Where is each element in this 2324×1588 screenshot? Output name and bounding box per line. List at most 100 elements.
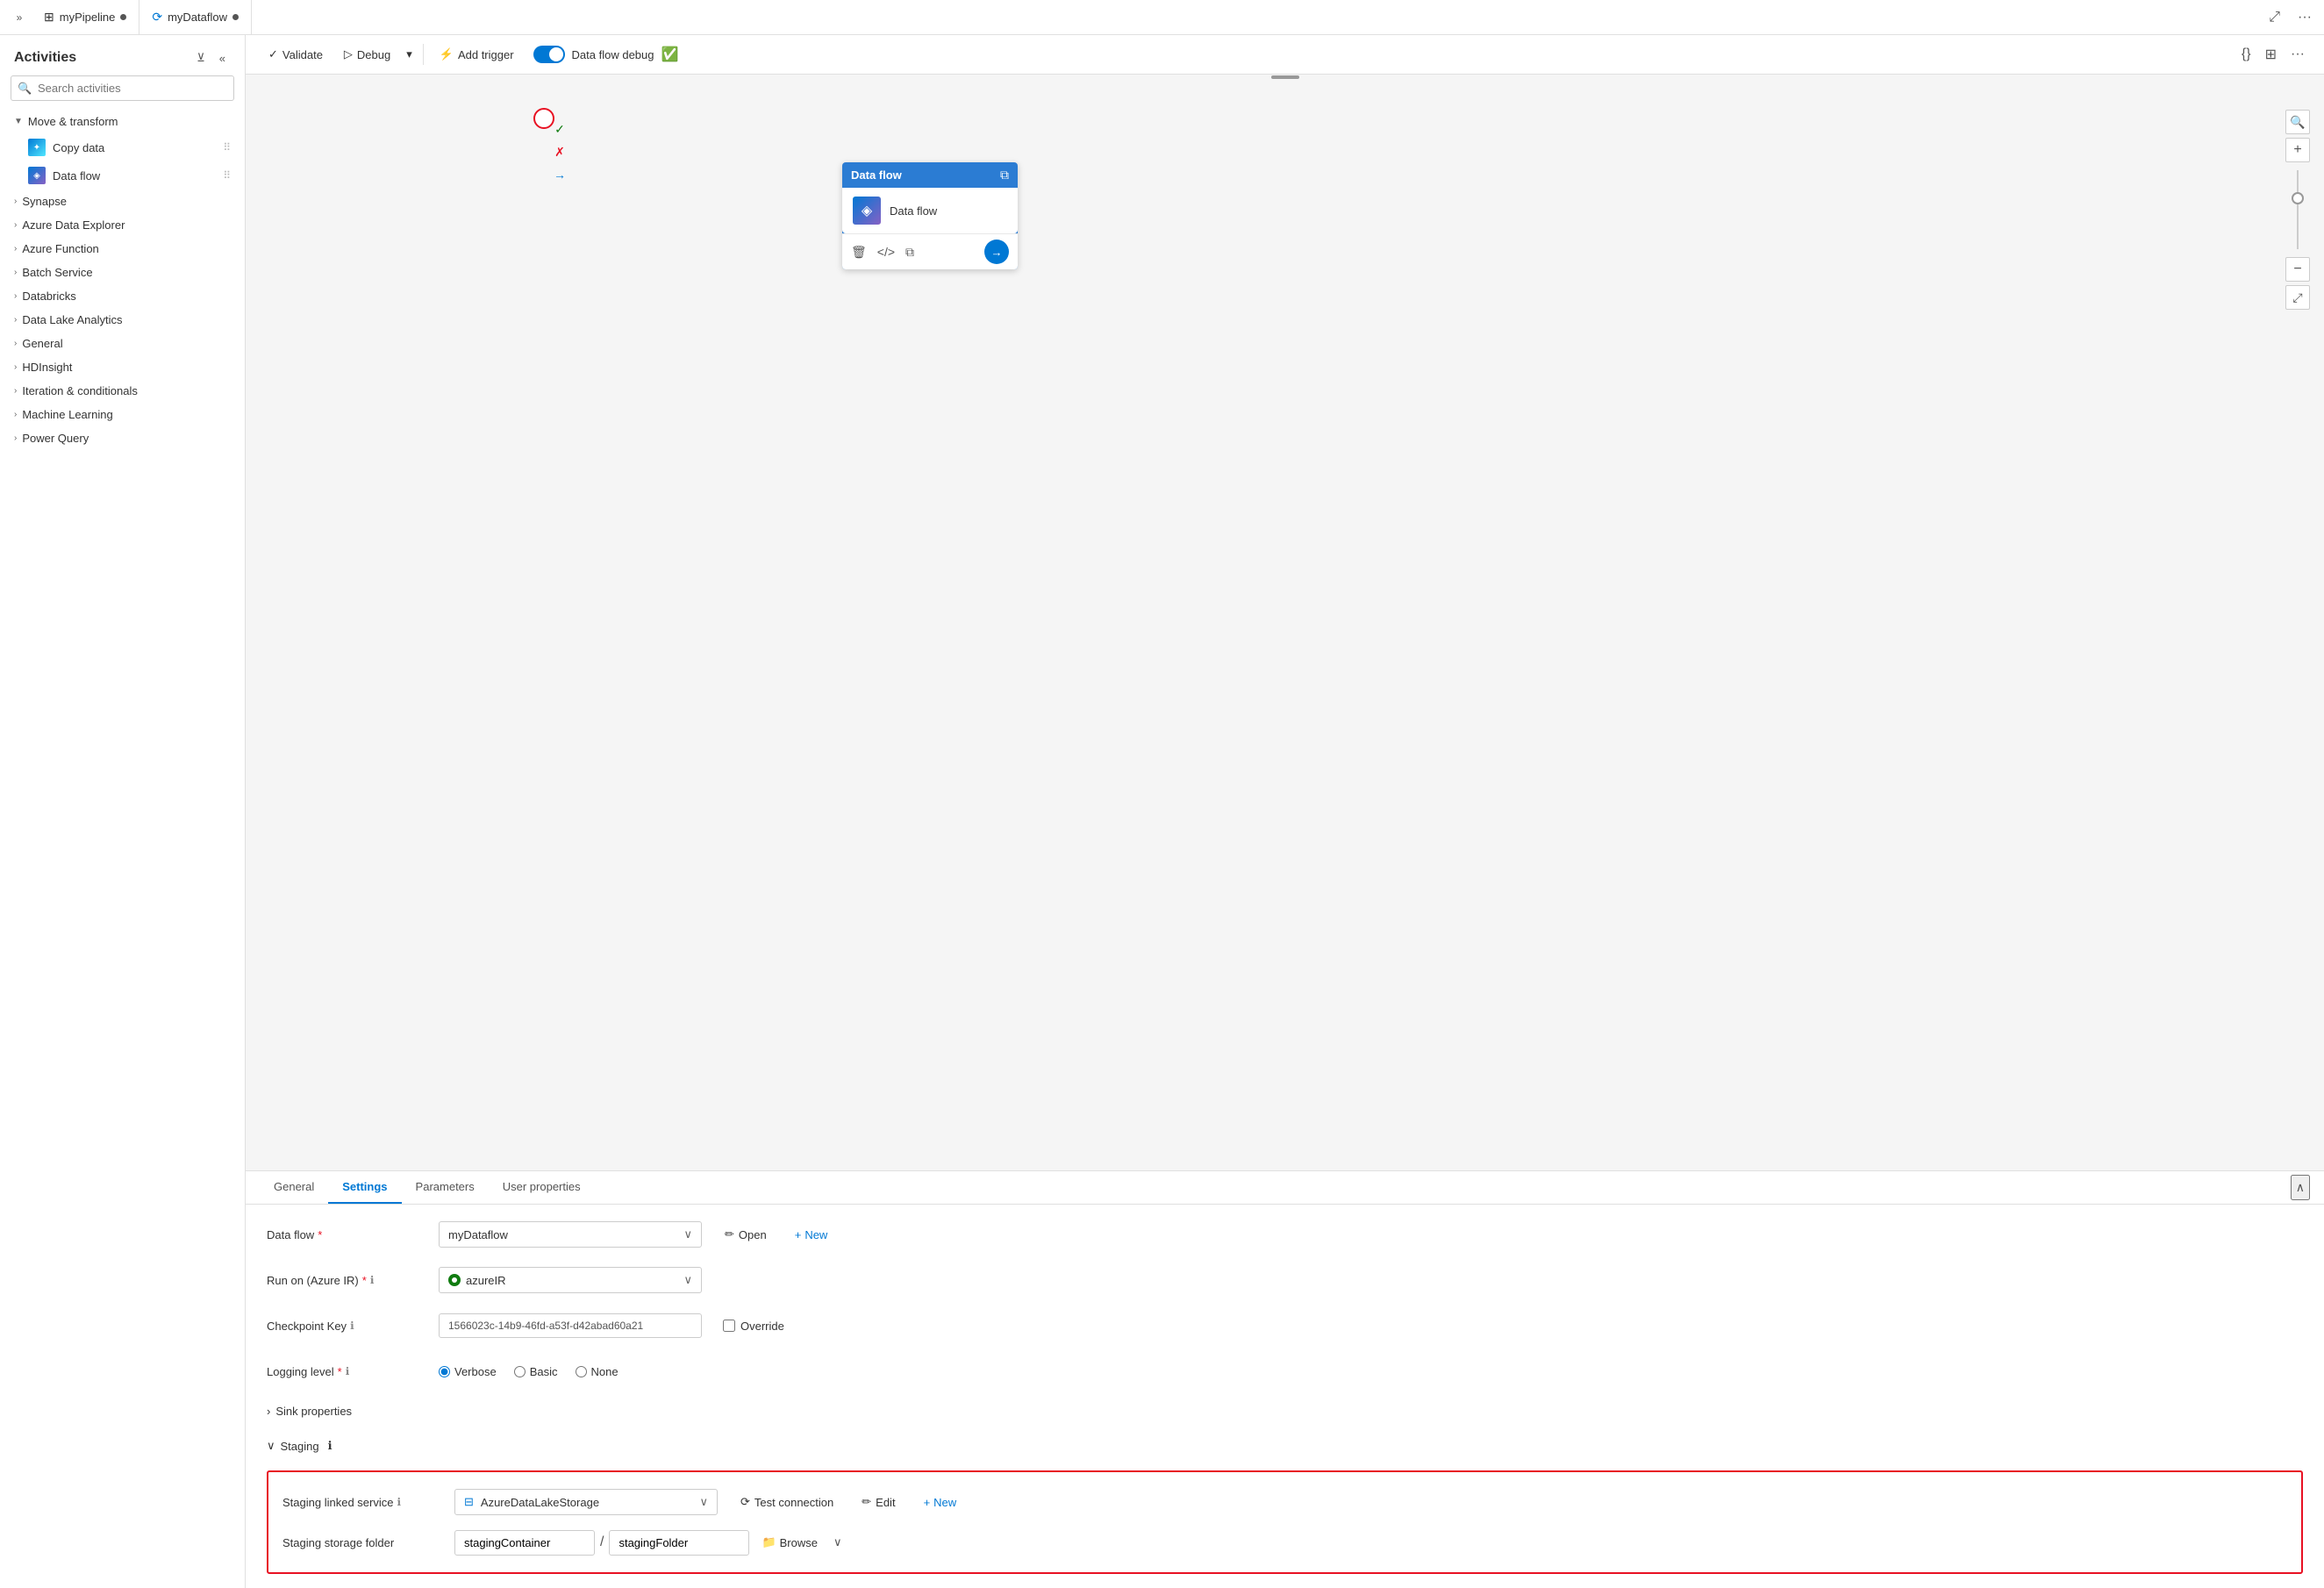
- section-databricks[interactable]: › Databricks: [0, 284, 245, 308]
- node-open-btn[interactable]: ⧉: [1000, 168, 1009, 182]
- section-iteration[interactable]: › Iteration & conditionals: [0, 379, 245, 403]
- activity-copy-data-label: Copy data: [53, 141, 104, 154]
- clone-icon[interactable]: ⧉: [905, 245, 914, 260]
- dataflow-actions: ✏ Open + New: [716, 1223, 836, 1246]
- node-fail-btn[interactable]: ✗: [549, 141, 570, 162]
- staging-edit-btn[interactable]: ✏ Edit: [853, 1491, 904, 1513]
- logging-basic-label: Basic: [530, 1365, 558, 1378]
- staging-linked-service-dropdown[interactable]: ⊟ AzureDataLakeStorage ∨: [454, 1489, 718, 1515]
- debug-dropdown-btn[interactable]: ▾: [403, 43, 416, 66]
- logging-basic-option[interactable]: Basic: [514, 1365, 558, 1378]
- dataflow-new-btn[interactable]: + New: [786, 1224, 837, 1246]
- section-azure-function[interactable]: › Azure Function: [0, 237, 245, 261]
- panel-tabs: General Settings Parameters User propert…: [260, 1171, 595, 1204]
- more-options-btn[interactable]: ···: [2292, 6, 2317, 29]
- staging-test-connection-btn[interactable]: ⟳ Test connection: [732, 1491, 842, 1513]
- run-on-value: azureIR: [466, 1274, 506, 1287]
- more-toolbar-btn[interactable]: ···: [2285, 42, 2310, 67]
- section-data-lake-analytics[interactable]: › Data Lake Analytics: [0, 308, 245, 332]
- section-bs-label: Batch Service: [22, 266, 92, 279]
- divider: [1271, 75, 1299, 79]
- search-input[interactable]: [11, 75, 234, 101]
- zoom-search-btn[interactable]: 🔍: [2285, 110, 2310, 134]
- add-trigger-btn[interactable]: ⚡ Add trigger: [431, 43, 523, 66]
- tab-settings[interactable]: Settings: [328, 1171, 401, 1204]
- checkpoint-input[interactable]: [439, 1313, 702, 1338]
- run-on-dropdown[interactable]: azureIR ∨: [439, 1267, 702, 1293]
- code-icon[interactable]: </>: [877, 245, 895, 259]
- staging-new-btn[interactable]: + New: [915, 1491, 966, 1513]
- section-azure-data-explorer[interactable]: › Azure Data Explorer: [0, 213, 245, 237]
- debug-btn[interactable]: ▷ Debug: [335, 43, 399, 66]
- logging-label-text: Logging level: [267, 1365, 334, 1378]
- section-move-transform[interactable]: ▼ Move & transform: [0, 110, 245, 133]
- node-success-btn[interactable]: ✓: [549, 118, 570, 139]
- delete-icon[interactable]: 🗑: [851, 245, 867, 260]
- sidebar-collapse-btn[interactable]: ⊻: [191, 47, 211, 68]
- collapse-sidebar-btn[interactable]: »: [7, 5, 32, 30]
- logging-verbose-option[interactable]: Verbose: [439, 1365, 497, 1378]
- dataflow-open-btn[interactable]: ✏ Open: [716, 1223, 776, 1246]
- section-power-query[interactable]: › Power Query: [0, 426, 245, 450]
- sidebar-hide-btn[interactable]: «: [214, 47, 231, 68]
- json-view-btn[interactable]: {}: [2236, 42, 2256, 67]
- section-synapse[interactable]: › Synapse: [0, 190, 245, 213]
- sink-properties-row[interactable]: › Sink properties: [267, 1401, 2303, 1421]
- staging-header-row[interactable]: ∨ Staging ℹ: [267, 1435, 2303, 1456]
- section-synapse-label: Synapse: [22, 195, 67, 208]
- tab-pipeline[interactable]: ⊞ myPipeline: [32, 0, 139, 35]
- zoom-thumb[interactable]: [2292, 192, 2304, 204]
- chevron-iter: ›: [14, 386, 17, 396]
- staging-folder-label-text: Staging storage folder: [282, 1536, 394, 1549]
- staging-expand-btn[interactable]: ∨: [830, 1532, 846, 1553]
- section-db-label: Databricks: [22, 290, 75, 303]
- logging-basic-radio[interactable]: [514, 1366, 526, 1377]
- node-title: Data flow: [851, 168, 902, 182]
- copy-data-icon: ✦: [28, 139, 46, 156]
- checkpoint-info-icon[interactable]: ℹ: [350, 1320, 354, 1332]
- node-go-btn[interactable]: →: [984, 240, 1009, 264]
- section-iter-label: Iteration & conditionals: [22, 384, 138, 397]
- staging-linked-info-icon[interactable]: ℹ: [397, 1496, 401, 1508]
- staging-folder-input[interactable]: [609, 1530, 749, 1556]
- section-hdinsight[interactable]: › HDInsight: [0, 355, 245, 379]
- section-batch-service[interactable]: › Batch Service: [0, 261, 245, 284]
- dataflow-node[interactable]: Data flow ⧉ ◈ Data flow 🗑 </> ⧉ →: [842, 162, 1018, 269]
- zoom-fit-btn[interactable]: ⤢: [2285, 285, 2310, 310]
- section-machine-learning[interactable]: › Machine Learning: [0, 403, 245, 426]
- table-view-btn[interactable]: ⊞: [2260, 42, 2282, 67]
- override-checkbox[interactable]: [723, 1320, 735, 1332]
- collapse-panel-btn[interactable]: ∧: [2291, 1175, 2310, 1200]
- zoom-in-btn[interactable]: +: [2285, 138, 2310, 162]
- chevron-dla: ›: [14, 315, 17, 325]
- debug-toggle[interactable]: [533, 46, 565, 63]
- staging-container-input[interactable]: [454, 1530, 595, 1556]
- validate-btn[interactable]: ✓ Validate: [260, 43, 332, 66]
- logging-none-option[interactable]: None: [576, 1365, 619, 1378]
- logging-info-icon[interactable]: ℹ: [346, 1365, 350, 1377]
- zoom-out-btn[interactable]: −: [2285, 257, 2310, 282]
- zoom-slider[interactable]: [2297, 166, 2299, 254]
- activity-copy-data[interactable]: ✦ Copy data ⠿: [0, 133, 245, 161]
- run-on-required: *: [362, 1274, 367, 1287]
- section-general[interactable]: › General: [0, 332, 245, 355]
- logging-verbose-radio[interactable]: [439, 1366, 450, 1377]
- activity-data-flow[interactable]: ◈ Data flow ⠿: [0, 161, 245, 190]
- tab-dataflow[interactable]: ⟳ myDataflow: [139, 0, 252, 35]
- staging-section: Staging linked service ℹ ⊟ AzureDataLake…: [267, 1470, 2303, 1574]
- staging-plus-icon: +: [924, 1496, 931, 1509]
- staging-browse-btn[interactable]: 📁 Browse: [754, 1531, 825, 1554]
- run-on-info-icon[interactable]: ℹ: [370, 1274, 375, 1286]
- staging-info-icon[interactable]: ℹ: [328, 1439, 333, 1453]
- tab-general[interactable]: General: [260, 1171, 328, 1204]
- expand-icon-btn[interactable]: ⤢: [2263, 6, 2285, 29]
- node-complete-btn[interactable]: →: [549, 164, 570, 185]
- logging-none-radio[interactable]: [576, 1366, 587, 1377]
- dataflow-dropdown[interactable]: myDataflow ∨: [439, 1221, 702, 1248]
- canvas-drag-handle[interactable]: [246, 75, 2324, 80]
- tab-user-properties[interactable]: User properties: [489, 1171, 595, 1204]
- logging-label: Logging level * ℹ: [267, 1365, 425, 1378]
- canvas-area[interactable]: Data flow ⧉ ◈ Data flow 🗑 </> ⧉ →: [246, 75, 2324, 1170]
- tab-parameters[interactable]: Parameters: [402, 1171, 489, 1204]
- content-area: ✓ Validate ▷ Debug ▾ ⚡ Add trigger Data …: [246, 35, 2324, 1588]
